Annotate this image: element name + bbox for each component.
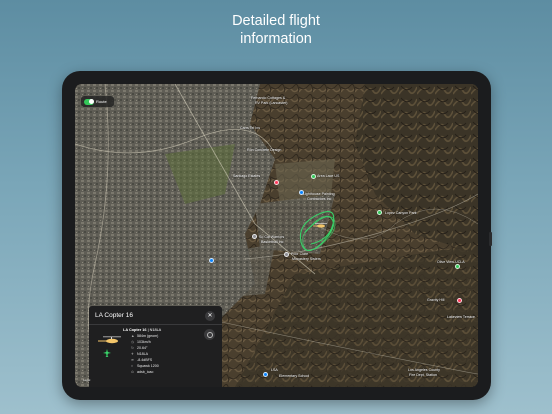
poi-pin-icon[interactable] <box>377 210 382 215</box>
poi-pin-icon[interactable] <box>311 174 316 179</box>
headline-line-1: Detailed flight <box>232 13 320 29</box>
registration-value: N18LA <box>137 352 148 356</box>
map-label-lsa[interactable]: LSA <box>271 368 278 372</box>
tablet-frame: Fernando Cottages & RV Park (Lancaster) … <box>62 71 491 400</box>
poi-pin-icon[interactable] <box>457 298 462 303</box>
altitude-value: 584m (geom) <box>137 334 159 338</box>
squawk-row: ⌗ Squawk 1200 <box>131 364 159 368</box>
registration-text: N18LA <box>149 328 162 332</box>
map-label-lighthouse[interactable]: Lighthouse Painting <box>303 192 335 196</box>
map-label-fernando[interactable]: Fernando Cottages & <box>251 96 285 100</box>
map-label-rv-park[interactable]: RV Park (Lancaster) <box>255 101 288 105</box>
map-label-lopez-canyon[interactable]: Lopez Canyon Park <box>385 211 417 215</box>
map-label-elementary[interactable]: Elementary School <box>279 374 309 378</box>
map-label-ron-concrete[interactable]: Ron Concrete Design <box>247 148 281 152</box>
headline-line-2: information <box>240 31 312 47</box>
poi-pin-icon[interactable] <box>209 258 214 263</box>
speed-value: 103km/h <box>137 340 151 344</box>
altitude-icon: ▲ <box>131 334 135 338</box>
route-toggle[interactable]: Route <box>81 96 114 107</box>
altitude-row: ▲ 584m (geom) <box>131 334 158 338</box>
route-switch[interactable] <box>84 98 94 105</box>
map-label-gravity-hill[interactable]: Gravity Hill <box>427 298 444 302</box>
panel-divider <box>89 324 222 325</box>
map-label-area-lace[interactable]: Area Lace US <box>317 174 339 178</box>
source-value: adsb_icao <box>137 370 154 374</box>
signal-row: ≋ -8.4dBFS <box>131 358 152 362</box>
poi-pin-icon[interactable] <box>263 372 268 377</box>
route-toggle-label: Route <box>96 99 107 104</box>
map-label-poor-clare[interactable]: Poor Clare <box>291 252 308 256</box>
poi-pin-icon[interactable] <box>284 252 289 257</box>
flight-details-panel: LA Copter 16 ✕ LA Copter 16 | N18LA ▲ 584… <box>89 306 222 387</box>
map-label-lakeview[interactable]: Lakeview Terrace <box>447 315 475 319</box>
poi-pin-icon[interactable] <box>252 234 257 239</box>
source-row: ⊙ adsb_icao <box>131 370 153 374</box>
follow-button[interactable] <box>204 329 215 340</box>
heading-row: ↻ 20.64° <box>131 346 147 350</box>
target-icon <box>206 331 213 338</box>
map-label-fire-station[interactable]: Fire Dept. Station <box>409 373 437 377</box>
promo-headline: Detailed flight information <box>0 12 552 48</box>
speed-row: ◷ 103km/h <box>131 340 151 344</box>
registration-row: ✈ N18LA <box>131 352 148 356</box>
source-icon: ⊙ <box>131 370 135 374</box>
map-label-olive-view[interactable]: Olive View-UCLA <box>437 260 465 264</box>
map-label-so-cal[interactable]: So Cal Warriors <box>259 235 284 239</box>
squawk-value: Squawk 1200 <box>137 364 159 368</box>
map-label-monastery[interactable]: Monastery Sisters <box>292 257 321 261</box>
map-label-contractors[interactable]: Contractors Inc <box>307 197 331 201</box>
map-label-santiago[interactable]: Santiago Estates <box>233 174 260 178</box>
switch-knob <box>88 99 94 104</box>
map-legal-link[interactable]: Legal <box>83 378 90 382</box>
squawk-icon: ⌗ <box>131 364 134 368</box>
map-label-carrs[interactable]: Carrs Tel Ins <box>240 126 260 130</box>
heading-value: 20.64° <box>137 346 148 350</box>
tablet-side-button <box>489 232 492 246</box>
registration-icon: ✈ <box>131 352 135 356</box>
poi-pin-icon[interactable] <box>299 190 304 195</box>
panel-title: LA Copter 16 <box>95 312 133 319</box>
callsign-text: LA Copter 16 <box>123 328 147 332</box>
poi-pin-icon[interactable] <box>274 180 279 185</box>
flight-header-line: LA Copter 16 | N18LA <box>123 328 161 332</box>
aircraft-top-icon <box>103 349 111 357</box>
signal-value: -8.4dBFS <box>137 358 153 362</box>
map-label-la-fire[interactable]: Los Angeles County <box>408 368 440 372</box>
map-screen[interactable]: Fernando Cottages & RV Park (Lancaster) … <box>75 84 478 387</box>
poi-pin-icon[interactable] <box>455 264 460 269</box>
close-icon: ✕ <box>207 313 213 319</box>
map-label-basketball[interactable]: Basketball Inc <box>261 240 283 244</box>
speed-icon: ◷ <box>131 340 135 344</box>
signal-icon: ≋ <box>131 358 135 362</box>
heading-icon: ↻ <box>131 346 135 350</box>
close-button[interactable]: ✕ <box>205 311 215 321</box>
helicopter-icon <box>98 336 121 344</box>
